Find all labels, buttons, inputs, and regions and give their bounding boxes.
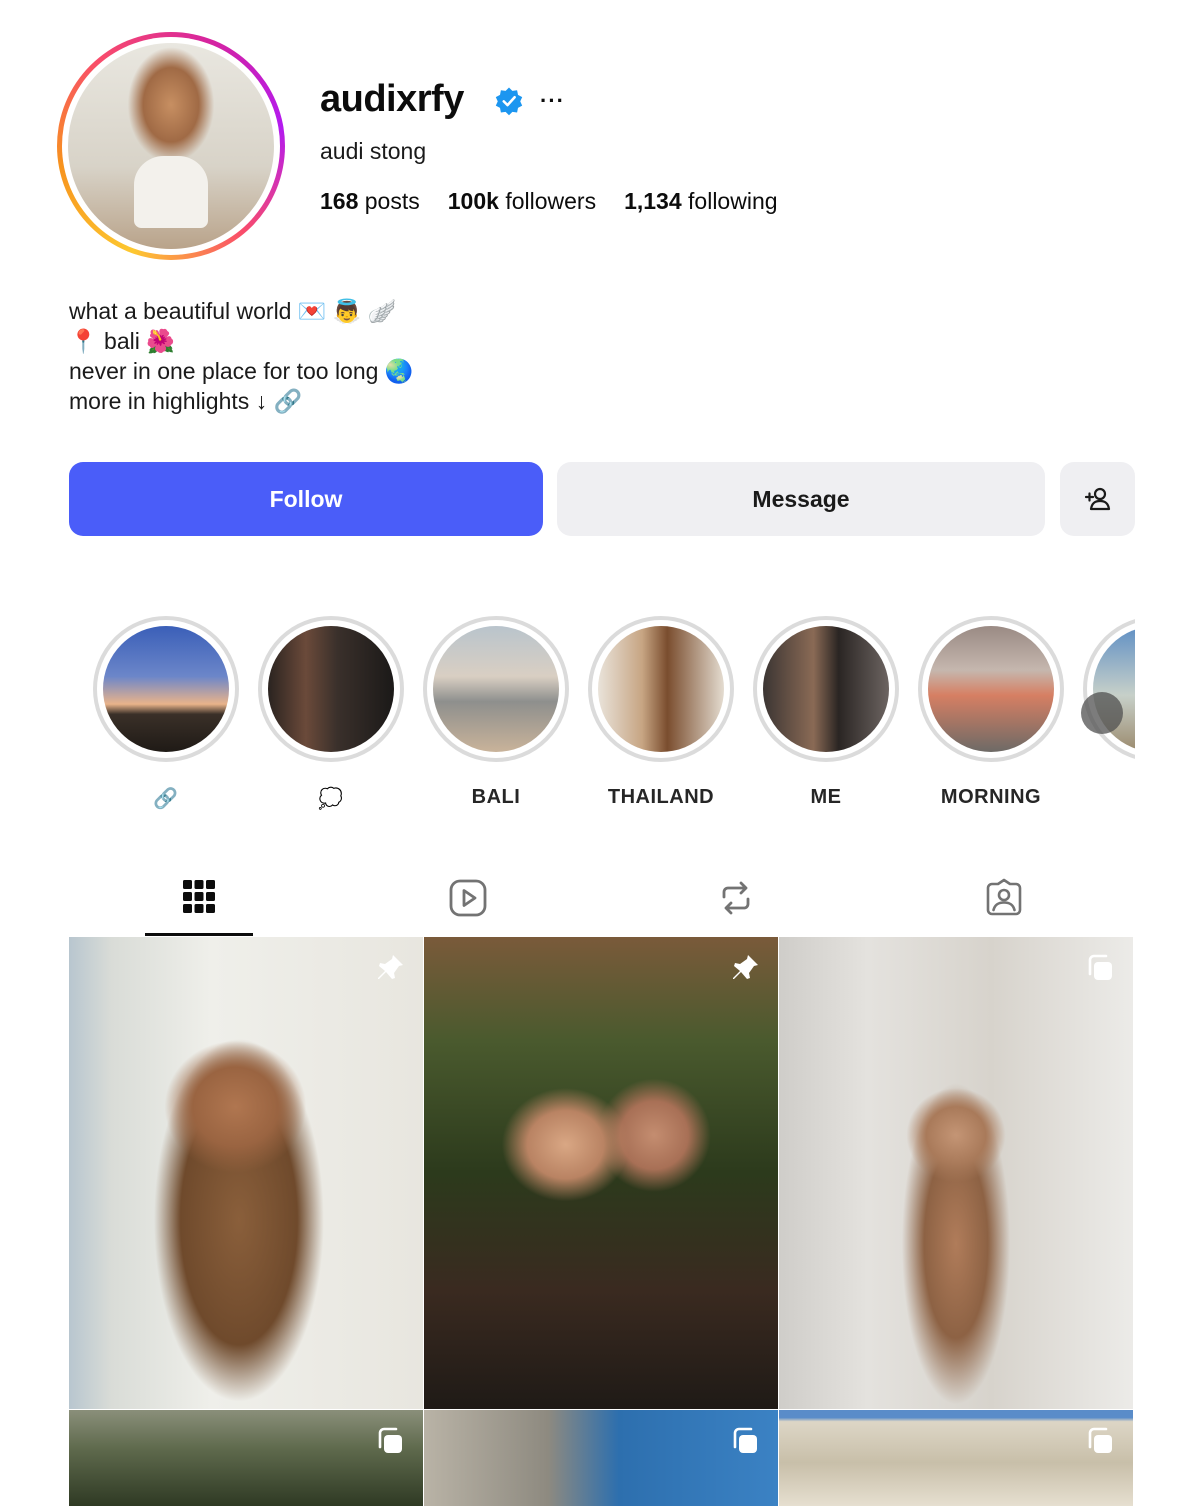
post-tile[interactable]	[69, 937, 423, 1409]
add-person-icon	[1084, 487, 1110, 511]
profile-tabs	[69, 870, 1135, 936]
reposts-icon	[722, 881, 750, 915]
highlight-bali[interactable]: BALI	[423, 616, 569, 809]
profile-full-name: audi stong	[320, 138, 427, 164]
profile-username: audixrfy	[320, 78, 464, 120]
highlight-cover	[268, 626, 394, 752]
highlight-ring	[918, 616, 1064, 762]
grid-icon	[183, 880, 215, 913]
following-count: 1,134	[624, 188, 682, 214]
profile-avatar[interactable]	[57, 32, 285, 260]
highlight-cover	[103, 626, 229, 752]
highlight-me[interactable]: ME	[753, 616, 899, 809]
posts-stat: 168 posts	[320, 188, 420, 215]
tab-posts[interactable]	[145, 870, 253, 936]
avatar-frame	[62, 37, 280, 255]
carousel-icon	[733, 1427, 757, 1453]
pin-icon	[733, 955, 758, 979]
following-stat[interactable]: 1,134 following	[624, 188, 777, 215]
highlight-cover	[598, 626, 724, 752]
highlight-ring	[588, 616, 734, 762]
highlight-label: ME	[810, 786, 842, 808]
followers-label: followers	[505, 188, 597, 214]
bio-line: 📍 bali 🌺	[69, 328, 175, 354]
highlight-morning[interactable]: MORNING	[918, 616, 1064, 809]
following-label: following	[688, 188, 778, 214]
highlight-ring	[423, 616, 569, 762]
carousel-icon	[1088, 954, 1112, 980]
message-button[interactable]: Message	[557, 462, 1045, 536]
post-tile[interactable]	[424, 1410, 778, 1506]
tagged-icon	[986, 878, 1022, 916]
story-highlights: 🔗 💭 BALI THAILAND ME MORNING L	[69, 616, 1135, 816]
profile-bio: what a beautiful world 💌 👼 🪽 📍 bali 🌺 ne…	[69, 296, 413, 416]
highlight-label: BALI	[471, 786, 521, 808]
followers-stat[interactable]: 100k followers	[448, 188, 596, 215]
post-tile[interactable]	[779, 937, 1133, 1409]
highlight-thoughts[interactable]: 💭	[258, 616, 404, 811]
highlight-ring	[1083, 616, 1135, 762]
highlight-label: MORNING	[940, 786, 1042, 808]
highlight-label: THAILAND	[607, 786, 715, 808]
highlight-cover	[433, 626, 559, 752]
bio-line: never in one place for too long 🌏	[69, 358, 414, 384]
bio-line: what a beautiful world 💌 👼 🪽	[69, 298, 397, 324]
highlight-ring	[258, 616, 404, 762]
posts-count: 168	[320, 188, 359, 214]
highlight-ring	[93, 616, 239, 762]
follow-button[interactable]: Follow	[69, 462, 543, 536]
followers-count: 100k	[447, 188, 499, 214]
post-tile[interactable]	[779, 1410, 1133, 1506]
carousel-icon	[1088, 1427, 1112, 1453]
bio-line: more in highlights ↓ 🔗	[69, 388, 303, 414]
highlight-link[interactable]: 🔗	[93, 616, 239, 811]
tab-reposts[interactable]	[682, 870, 790, 936]
tab-tagged[interactable]	[950, 870, 1058, 936]
highlight-ring	[753, 616, 899, 762]
posts-label: posts	[364, 188, 420, 214]
post-tile[interactable]	[69, 1410, 423, 1506]
highlights-scroll-button[interactable]	[1081, 692, 1123, 734]
more-options-button[interactable]: ···	[540, 88, 565, 114]
avatar-photo	[68, 43, 274, 249]
carousel-icon	[378, 1427, 402, 1453]
suggested-accounts-button[interactable]	[1060, 462, 1135, 536]
reels-icon	[449, 879, 487, 917]
highlight-label: 💭	[318, 788, 344, 810]
highlight-label: L	[1083, 786, 1135, 809]
highlight-cover	[928, 626, 1054, 752]
highlight-label: 🔗	[153, 788, 179, 810]
pin-icon	[378, 955, 403, 979]
verified-badge-icon	[495, 87, 523, 116]
post-tile[interactable]	[424, 937, 778, 1409]
highlight-thailand[interactable]: THAILAND	[588, 616, 734, 809]
tab-reels[interactable]	[414, 870, 522, 936]
profile-stats: 168 posts 100k followers 1,134 following	[320, 188, 778, 215]
highlight-cover	[763, 626, 889, 752]
